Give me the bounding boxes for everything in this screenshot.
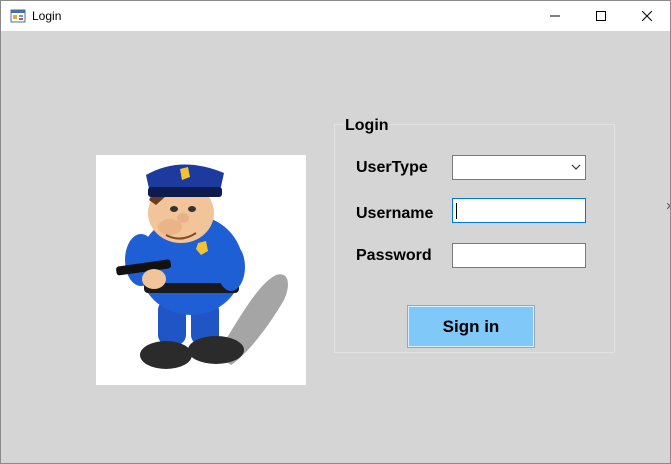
password-input[interactable] [452,243,586,268]
sign-in-button[interactable]: Sign in [407,305,535,348]
login-window: Login Login UserType Username Password S… [0,0,671,464]
police-officer-cartoon-icon [116,164,288,369]
usertype-combobox[interactable] [452,155,586,180]
title-bar[interactable]: Login [1,1,670,31]
minimize-icon [550,15,560,17]
username-input[interactable] [452,198,586,223]
close-icon [642,11,652,21]
username-label: Username [356,205,434,222]
close-button[interactable] [624,1,670,31]
login-group-title: Login [344,117,390,135]
minimize-button[interactable] [532,1,578,31]
password-label: Password [356,247,432,264]
chevron-down-icon[interactable] [571,164,581,171]
maximize-button[interactable] [578,1,624,31]
text-caret [456,203,457,219]
usertype-label: UserType [356,159,428,176]
resize-edge-mark [667,203,670,209]
app-icon [10,9,26,23]
maximize-icon [596,11,606,21]
police-officer-picture [96,155,306,385]
window-title: Login [32,9,62,23]
